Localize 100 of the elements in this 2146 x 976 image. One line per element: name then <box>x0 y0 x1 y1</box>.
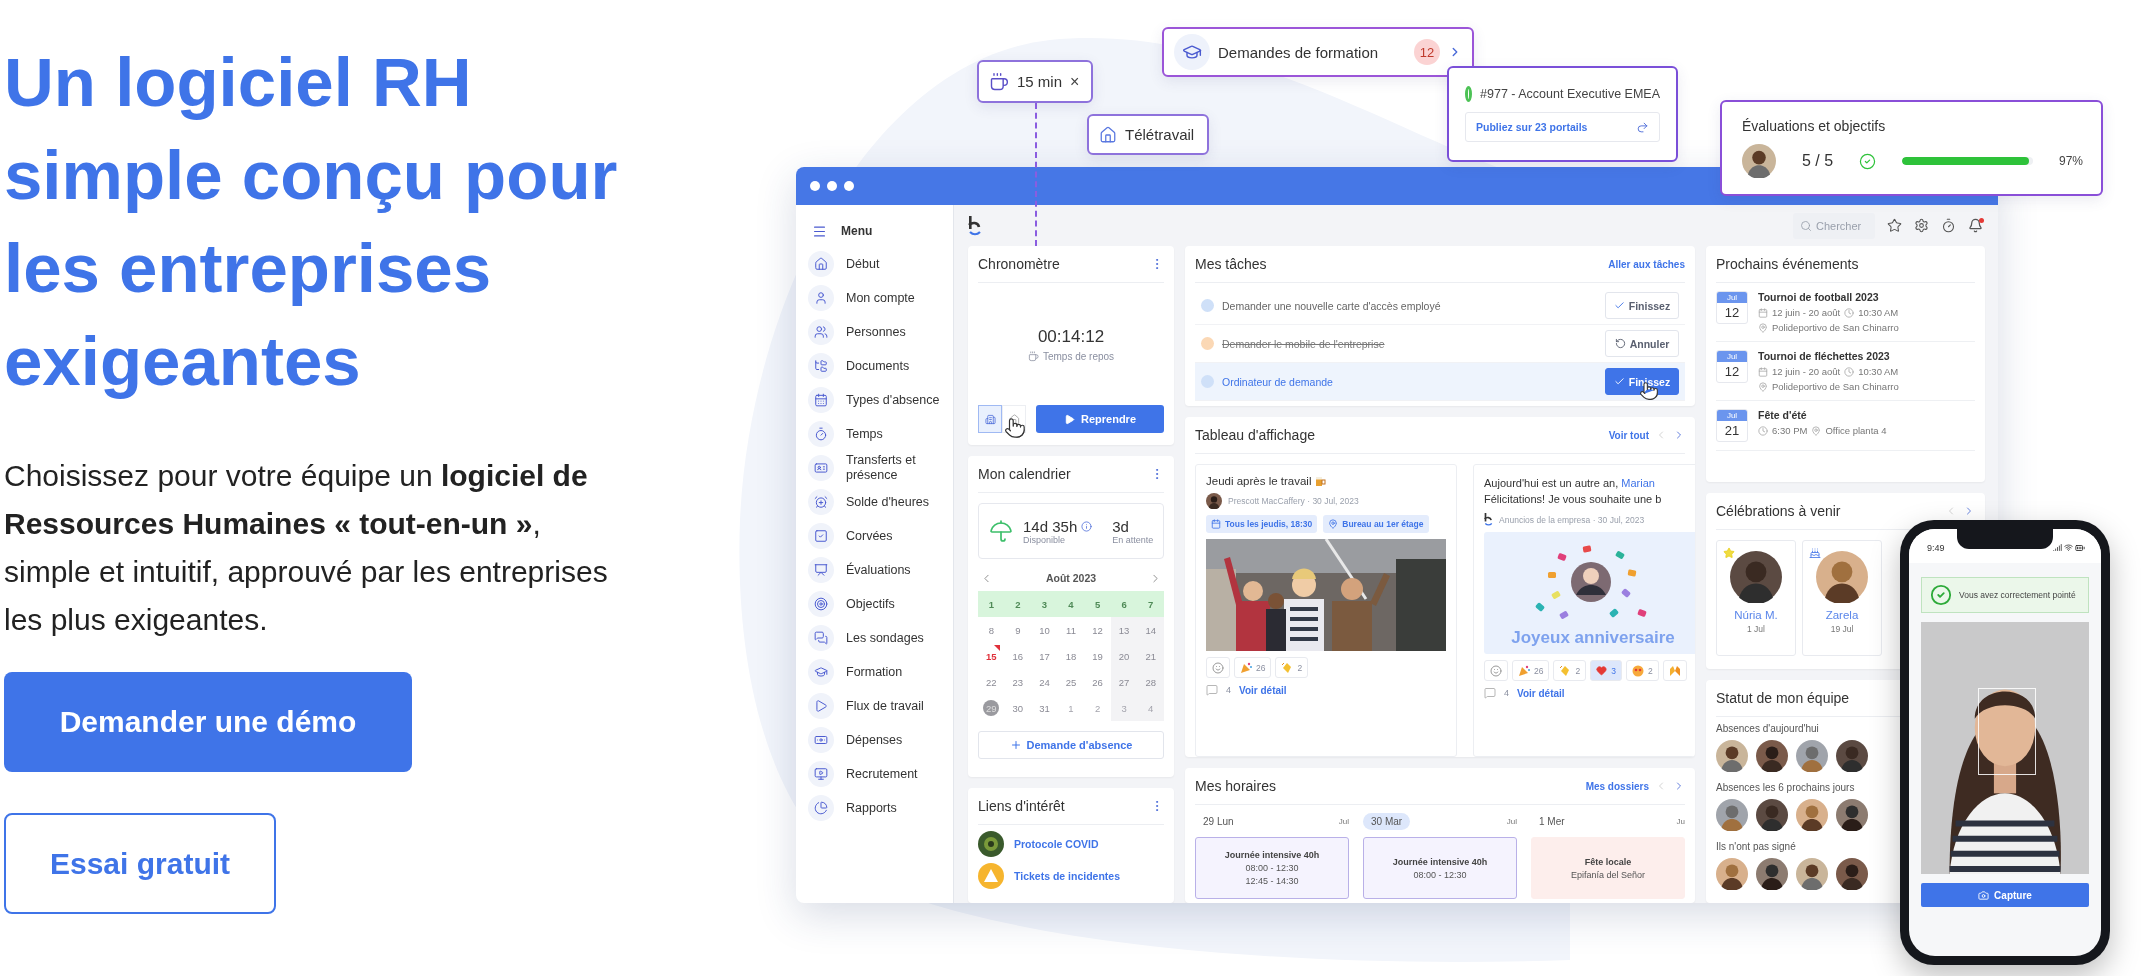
menu-item[interactable]: Solde d'heures <box>804 485 945 519</box>
calendar-day[interactable]: 8 <box>978 617 1005 643</box>
calendar-day[interactable]: 12 <box>1084 617 1111 643</box>
calendar-day[interactable]: 22 <box>978 669 1005 695</box>
reaction-button[interactable]: 2 <box>1625 660 1659 681</box>
see-all-link[interactable]: Voir tout <box>1608 429 1649 441</box>
reaction-button[interactable]: 2 <box>1275 657 1309 678</box>
task-row[interactable]: Ordinateur de demande Finissez <box>1195 363 1685 401</box>
calendar-day[interactable]: 17 <box>1031 643 1058 669</box>
calendar-day[interactable]: 9 <box>1004 617 1032 643</box>
search-field[interactable]: Chercher <box>1793 212 1875 239</box>
calendar-day[interactable]: 30 <box>1004 695 1032 721</box>
capture-button[interactable]: Capture <box>1921 883 2089 907</box>
calendar-day[interactable]: 2 <box>1004 591 1032 617</box>
reaction-button[interactable] <box>1662 660 1687 681</box>
menu-item[interactable]: Documents <box>804 349 945 383</box>
card-title: Prochains événements <box>1716 256 1859 272</box>
trial-button[interactable]: Essai gratuit <box>4 813 276 914</box>
calendar-day[interactable]: 27 <box>1110 669 1138 695</box>
resume-button[interactable]: Reprendre <box>1036 405 1164 433</box>
comment-icon <box>1484 687 1496 699</box>
calendar-day[interactable]: 21 <box>1137 643 1164 669</box>
person-card[interactable]: Zarela 19 Jul <box>1802 540 1882 656</box>
calendar-day[interactable]: 11 <box>1057 617 1085 643</box>
reaction-button[interactable]: 26 <box>1512 660 1550 681</box>
reaction-button[interactable]: 3 <box>1590 660 1622 681</box>
menu-item[interactable]: Corvées <box>804 519 945 553</box>
check-circle-icon <box>1930 584 1952 606</box>
menu-item[interactable]: Formation <box>804 655 945 689</box>
reaction-button[interactable]: 26 <box>1234 657 1272 678</box>
publish-button[interactable]: Publiez sur 23 portails <box>1465 112 1660 142</box>
calendar-day[interactable]: 4 <box>1137 695 1164 721</box>
notification-bell-icon[interactable] <box>1968 217 1984 234</box>
link[interactable]: Protocole COVID <box>968 825 1174 857</box>
calendar-day[interactable]: 25 <box>1057 669 1085 695</box>
avatar <box>1816 551 1868 603</box>
calendar-day[interactable]: 19 <box>1084 643 1111 669</box>
absence-request-button[interactable]: Demande d'absence <box>978 731 1164 759</box>
calendar-day[interactable]: 23 <box>1004 669 1032 695</box>
card-title: Statut de mon équipe <box>1716 690 1850 706</box>
calendar-day[interactable]: 24 <box>1031 669 1058 695</box>
finish-button[interactable]: Finissez <box>1605 368 1679 395</box>
reaction-button[interactable]: 2 <box>1553 660 1587 681</box>
mention-link[interactable]: Marian <box>1621 477 1655 489</box>
add-reaction-button[interactable] <box>1206 657 1230 678</box>
task-row[interactable]: Demander une nouvelle carte d'accès employé Finissez <box>1195 287 1685 325</box>
menu-item[interactable]: Recrutement <box>804 757 945 791</box>
menu-item[interactable]: Les sondages <box>804 621 945 655</box>
day-label[interactable]: 29 Lun <box>1195 812 1242 830</box>
calendar-day[interactable]: 4 <box>1057 591 1085 617</box>
add-reaction-button[interactable] <box>1484 660 1508 681</box>
chat-icon <box>814 631 828 645</box>
undo-button[interactable]: Annuler <box>1605 330 1679 357</box>
calendar-day[interactable]: 31 <box>1031 695 1058 721</box>
calendar-day[interactable]: 14 <box>1137 617 1164 643</box>
menu-item[interactable]: Rapports <box>804 791 945 825</box>
menu-item[interactable]: Personnes <box>804 315 945 349</box>
calendar-day[interactable]: 3 <box>1110 695 1138 721</box>
my-files-link[interactable]: Mes dossiers <box>1585 780 1649 792</box>
person-card[interactable]: Núria M. 1 Jul <box>1716 540 1796 656</box>
calendar-day[interactable]: 2 <box>1084 695 1111 721</box>
demo-button[interactable]: Demander une démo <box>4 672 412 772</box>
calendar-day[interactable]: 6 <box>1110 591 1138 617</box>
calendar-day[interactable]: 18 <box>1057 643 1085 669</box>
menu-item[interactable]: Mon compte <box>804 281 945 315</box>
details-link[interactable]: Voir détail <box>1239 684 1287 696</box>
close-button[interactable]: × <box>1070 72 1080 91</box>
calendar-day[interactable]: 15 <box>978 643 1005 669</box>
menu-item[interactable]: Types d'absence <box>804 383 945 417</box>
calendar-day[interactable]: 10 <box>1031 617 1058 643</box>
menu-item[interactable]: Flux de travail <box>804 689 945 723</box>
event-place: Polideportivo de San Chinarro <box>1772 381 1899 392</box>
menu-item[interactable]: Évaluations <box>804 553 945 587</box>
day-label[interactable]: 1 Mer <box>1531 812 1573 830</box>
menu-item[interactable]: Transferts et présence <box>804 451 945 485</box>
go-to-tasks-link[interactable]: Aller aux tâches <box>1608 258 1685 270</box>
mode-toggle[interactable] <box>978 405 1002 433</box>
menu-item[interactable]: Début <box>804 247 945 281</box>
calendar-day[interactable]: 3 <box>1031 591 1058 617</box>
calendar-day[interactable]: 20 <box>1110 643 1138 669</box>
calendar-day[interactable]: 16 <box>1004 643 1032 669</box>
calendar-day[interactable]: 26 <box>1084 669 1111 695</box>
calendar-day[interactable]: 7 <box>1137 591 1164 617</box>
shift-title: Journée intensive 40h <box>1392 856 1488 867</box>
menu-item[interactable]: Temps <box>804 417 945 451</box>
menu-item[interactable]: Dépenses <box>804 723 945 757</box>
pending-label: En attente <box>1112 534 1154 545</box>
month-label: Août 2023 <box>1045 572 1097 584</box>
calendar-day[interactable]: 1 <box>1057 695 1085 721</box>
link[interactable]: Tickets de incidentes <box>968 857 1174 889</box>
calendar-day[interactable]: 5 <box>1084 591 1111 617</box>
event-time: 10:30 AM <box>1858 307 1899 318</box>
calendar-day[interactable]: 28 <box>1137 669 1164 695</box>
calendar-day[interactable]: 1 <box>978 591 1005 617</box>
menu-item[interactable]: Objectifs <box>804 587 945 621</box>
day-label[interactable]: 30 Mar <box>1363 812 1411 830</box>
details-link[interactable]: Voir détail <box>1517 687 1565 699</box>
post-meta: Anuncios de la empresa · 30 Jul, 2023 <box>1499 514 1645 525</box>
finish-button[interactable]: Finissez <box>1605 292 1679 319</box>
calendar-day[interactable]: 13 <box>1110 617 1138 643</box>
